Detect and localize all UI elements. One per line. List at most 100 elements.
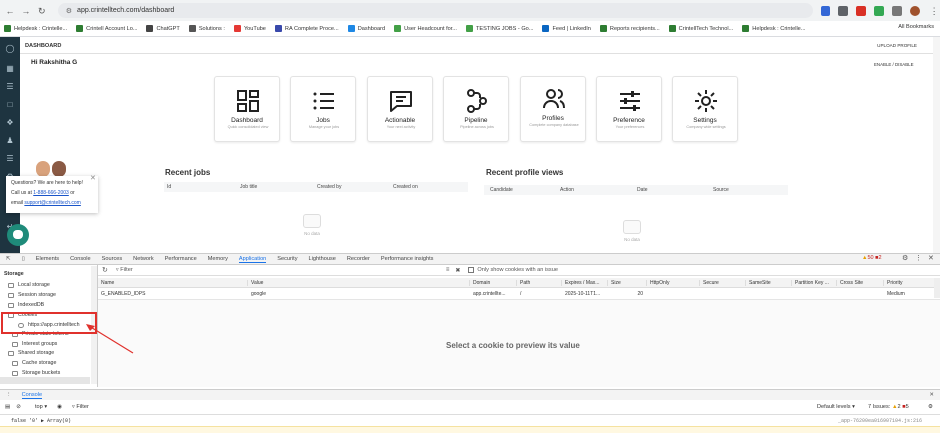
column-header[interactable]: Size — [608, 279, 647, 286]
bookmark-item[interactable]: YouTube — [233, 25, 266, 32]
delete-selected-icon[interactable]: ✖ — [455, 267, 460, 274]
devtools-tab-lighthouse[interactable]: Lighthouse — [309, 256, 336, 262]
bookmark-item[interactable]: User Headcount for... — [394, 25, 457, 32]
card-pipeline[interactable]: Pipeline Pipeline across jobs — [443, 76, 509, 142]
table-scrollbar[interactable] — [934, 278, 940, 298]
page-scrollbar[interactable] — [933, 37, 940, 253]
upload-profile-button[interactable]: UPLOAD PROFILE — [877, 43, 917, 48]
devtools-tab-console[interactable]: Console — [70, 256, 91, 262]
issues-button[interactable]: 7 Issues: ▲2 ■5 — [868, 404, 909, 410]
email-link[interactable]: support@crintelltech.com — [24, 200, 81, 206]
sidebar-toggle-icon[interactable]: ▤ — [5, 404, 10, 410]
card-settings[interactable]: Settings Company wide settings — [672, 76, 738, 142]
devtools-tab-application[interactable]: Application — [238, 256, 267, 263]
nav-jobs-icon[interactable]: ☰ — [5, 83, 15, 91]
menu-kebab-icon[interactable]: ⋮ — [928, 5, 940, 17]
bookmark-item[interactable]: Feed | LinkedIn — [542, 25, 591, 32]
address-bar[interactable]: ⚙ app.crintelltech.com/dashboard — [57, 3, 813, 18]
inspect-element-icon[interactable]: ⇱ — [6, 256, 11, 262]
devtools-tab-sources[interactable]: Sources — [102, 256, 123, 262]
devtools-tab-performance-insights[interactable]: Performance insights — [381, 256, 434, 262]
extensions-puzzle-icon[interactable] — [892, 5, 903, 16]
column-header[interactable]: Partition Key ... — [792, 279, 837, 286]
devtools-close-icon[interactable]: ✕ — [928, 254, 934, 262]
device-toolbar-icon[interactable]: ▯ — [22, 256, 25, 262]
only-issue-checkbox[interactable] — [468, 267, 475, 273]
bookmark-item[interactable]: Helpdesk : Crintelle... — [4, 25, 67, 32]
nav-preference-icon[interactable]: ☰ — [5, 155, 15, 163]
drawer-menu-icon[interactable]: ⋮ — [6, 392, 12, 398]
nav-actionable-icon[interactable]: □ — [5, 101, 15, 109]
nav-profiles-icon[interactable]: ♟ — [5, 137, 15, 145]
clear-console-icon[interactable]: ⊘ — [16, 404, 21, 410]
live-expression-icon[interactable]: ◉ — [57, 404, 62, 410]
log-levels-select[interactable]: Default levels ▾ — [817, 404, 855, 410]
bookmark-item[interactable]: Solutions : — [188, 25, 225, 32]
reload-icon[interactable]: ↻ — [36, 5, 48, 17]
chat-launcher-button[interactable] — [7, 224, 29, 246]
devtools-tab-elements[interactable]: Elements — [36, 256, 59, 262]
extension-icon[interactable] — [820, 5, 831, 16]
tree-item-local-storage[interactable]: Local storage — [8, 282, 50, 288]
forward-icon[interactable]: → — [20, 5, 32, 17]
column-header[interactable]: Cross Site — [837, 279, 884, 286]
extension-icon[interactable] — [856, 5, 867, 16]
close-icon[interactable]: ✕ — [90, 174, 96, 182]
bookmark-item[interactable]: Dashboard — [347, 25, 385, 32]
console-settings-icon[interactable]: ⚙ — [928, 404, 933, 410]
console-filter-input[interactable]: ▿ Filter — [72, 404, 772, 410]
tree-item-shared-storage[interactable]: Shared storage — [8, 350, 54, 356]
bookmark-item[interactable]: CrintellTech Technol... — [668, 25, 733, 32]
column-header[interactable]: Name — [98, 279, 248, 286]
card-actionable[interactable]: Actionable Your next activity — [367, 76, 433, 142]
tab-console[interactable]: Console — [21, 392, 43, 399]
column-header[interactable]: Value — [248, 279, 470, 286]
tree-item-cache-storage[interactable]: Cache storage — [12, 360, 56, 366]
devtools-tab-performance[interactable]: Performance — [165, 256, 197, 262]
tree-item-session-storage[interactable]: Session storage — [8, 292, 56, 298]
extension-icon[interactable] — [838, 5, 849, 16]
column-header[interactable]: Expires / Max... — [562, 279, 608, 286]
bookmark-item[interactable]: ChatGPT — [146, 25, 180, 32]
back-icon[interactable]: ← — [4, 5, 16, 17]
all-bookmarks-button[interactable]: All Bookmarks — [898, 24, 934, 30]
devtools-settings-icon[interactable]: ⚙ — [902, 254, 908, 262]
enable-disable-button[interactable]: ENABLE / DISABLE — [874, 62, 914, 67]
nav-dashboard-icon[interactable]: ▦ — [5, 65, 15, 73]
profile-avatar[interactable] — [910, 5, 921, 16]
column-header[interactable]: SameSite — [746, 279, 792, 286]
nav-pipeline-icon[interactable]: ❖ — [5, 119, 15, 127]
devtools-tab-security[interactable]: Security — [277, 256, 297, 262]
table-row[interactable]: G_ENABLED_IDPS google app.crintellte... / 20… — [98, 289, 940, 298]
bookmark-item[interactable]: TESTING JOBS - Go... — [465, 25, 533, 32]
cookie-filter-input[interactable]: ▿ Filter — [116, 267, 436, 273]
column-header[interactable]: Secure — [700, 279, 746, 286]
tree-item-interest-groups[interactable]: Interest groups — [12, 341, 57, 347]
extension-icon[interactable] — [874, 5, 885, 16]
app-logo-icon[interactable]: ◯ — [5, 45, 15, 53]
refresh-icon[interactable]: ↻ — [102, 266, 108, 274]
drawer-close-icon[interactable]: ✕ — [929, 392, 934, 398]
card-profiles[interactable]: Profiles Complete company database — [520, 76, 586, 142]
devtools-tab-memory[interactable]: Memory — [208, 256, 228, 262]
devtools-tab-network[interactable]: Network — [133, 256, 154, 262]
devtools-issue-counters[interactable]: ▲50 ■2 — [862, 255, 882, 261]
column-header[interactable]: Priority — [884, 279, 940, 286]
context-select[interactable]: top ▾ — [35, 404, 47, 410]
bookmark-item[interactable]: Reports recipients... — [599, 25, 660, 32]
bookmark-item[interactable]: Helpdesk : Crintelle... — [742, 25, 805, 32]
sidebar-hscrollbar[interactable] — [0, 377, 90, 384]
devtools-tab-recorder[interactable]: Recorder — [347, 256, 370, 262]
tree-item-storage-buckets[interactable]: Storage buckets — [12, 370, 60, 376]
console-source-link[interactable]: _app-76200ea016907104.js:216 — [838, 418, 922, 424]
bookmark-item[interactable]: Crintell Account Lo... — [76, 25, 137, 32]
site-info-icon[interactable]: ⚙ — [66, 7, 72, 15]
phone-link[interactable]: 1-888-666-2003 — [33, 190, 69, 196]
card-jobs[interactable]: Jobs Manage your jobs — [290, 76, 356, 142]
bookmark-item[interactable]: RA Complete Proce... — [274, 25, 339, 32]
clear-filtered-cookies-icon[interactable]: ≡ — [446, 267, 450, 273]
card-dashboard[interactable]: Dashboard Quick consolidated view — [214, 76, 280, 142]
card-preference[interactable]: Preference Your preferences — [596, 76, 662, 142]
devtools-menu-icon[interactable]: ⋮ — [915, 254, 922, 262]
tree-item-indexeddb[interactable]: IndexedDB — [8, 302, 44, 308]
